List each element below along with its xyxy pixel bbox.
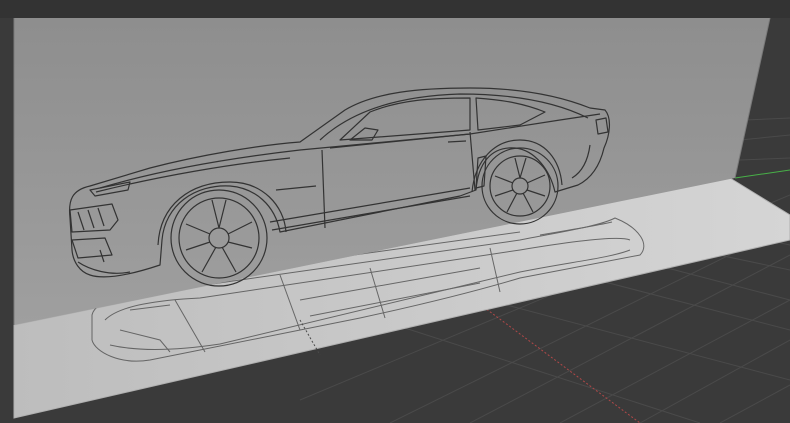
y-axis <box>734 169 790 179</box>
viewport-scene[interactable] <box>0 0 790 423</box>
3d-viewport[interactable] <box>0 0 790 423</box>
